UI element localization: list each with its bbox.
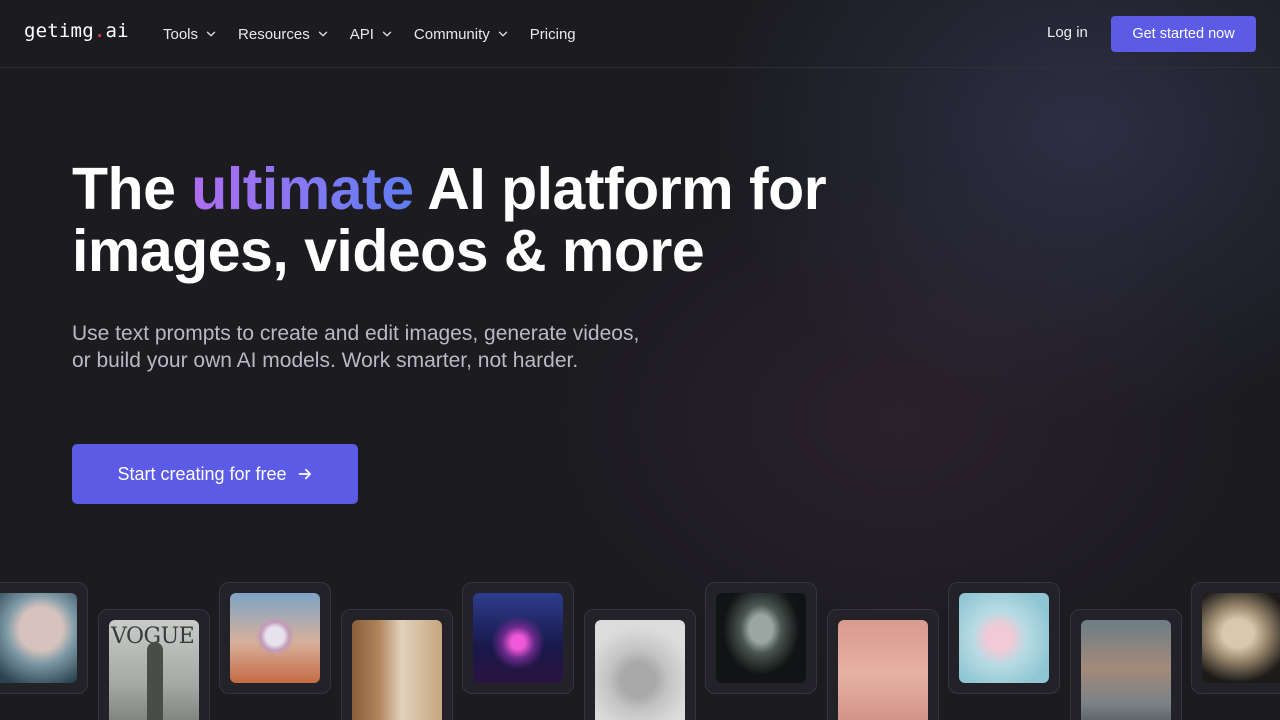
gallery-alien-figure [716, 593, 806, 683]
gallery-wire-sculpture [595, 620, 685, 720]
chevron-down-icon [498, 31, 507, 37]
gallery-card[interactable] [0, 582, 88, 694]
hero-title: The ultimate AI platform for images, vide… [72, 158, 892, 282]
gallery-portrait-woman [0, 593, 77, 683]
login-link[interactable]: Log in [1047, 24, 1088, 41]
hero-title-line1-end: AI platform for [413, 156, 827, 222]
gallery-card[interactable] [948, 582, 1060, 694]
logo[interactable]: getimg. ai [24, 20, 129, 42]
gallery-card[interactable] [341, 609, 453, 720]
nav-item-api[interactable]: API [350, 26, 392, 43]
main-menu: Tools Resources API Community Pricing [163, 0, 598, 68]
gallery-card[interactable] [827, 609, 939, 720]
top-navigation: getimg. ai Tools Resources API Community … [0, 0, 1280, 68]
gallery-card[interactable] [462, 582, 574, 694]
statue-figure [147, 642, 163, 720]
nav-item-label: Community [413, 25, 490, 43]
gallery-neon-robot [473, 593, 563, 683]
image-gallery: VOGUE [0, 580, 1280, 720]
gallery-android-head [1202, 593, 1280, 683]
gallery-card[interactable]: VOGUE [98, 609, 210, 720]
nav-item-community[interactable]: Community [414, 26, 508, 43]
hero-title-start: The [72, 156, 192, 222]
gallery-astronaut-doorway [1081, 620, 1171, 720]
nav-item-label: Tools [163, 25, 199, 43]
gallery-card[interactable] [584, 609, 696, 720]
gallery-card[interactable] [219, 582, 331, 694]
logo-text-secondary: ai [105, 20, 129, 42]
gallery-pink-room [838, 620, 928, 720]
nav-item-label: Resources [238, 25, 310, 43]
chevron-down-icon [318, 31, 327, 37]
chevron-down-icon [382, 31, 392, 37]
landing-page: getimg. ai Tools Resources API Community … [0, 0, 1280, 720]
arrow-right-icon [298, 468, 311, 480]
nav-item-label: Pricing [529, 25, 576, 43]
chevron-down-icon [206, 31, 216, 37]
logo-text-primary: getimg [24, 20, 94, 42]
gallery-wooden-room [352, 620, 442, 720]
nav-item-label: API [349, 25, 374, 43]
gallery-card[interactable] [1070, 609, 1182, 720]
hero-title-line2: images, videos & more [72, 218, 705, 284]
gallery-glass-sphere [230, 593, 320, 683]
nav-item-pricing[interactable]: Pricing [530, 26, 576, 43]
gallery-card[interactable] [1191, 582, 1280, 694]
nav-item-resources[interactable]: Resources [238, 26, 328, 43]
nav-item-tools[interactable]: Tools [163, 26, 216, 43]
hero-title-accent: ultimate [191, 156, 414, 222]
start-creating-label: Start creating for free [117, 463, 287, 484]
hero-subtitle: Use text prompts to create and edit imag… [72, 322, 640, 372]
logo-dot: . [93, 20, 106, 42]
gallery-card[interactable] [705, 582, 817, 694]
gallery-glass-figure [959, 593, 1049, 683]
start-creating-button[interactable]: Start creating for free [72, 444, 358, 504]
get-started-button[interactable]: Get started now [1111, 16, 1256, 52]
gallery-vogue-cover: VOGUE [109, 620, 199, 720]
